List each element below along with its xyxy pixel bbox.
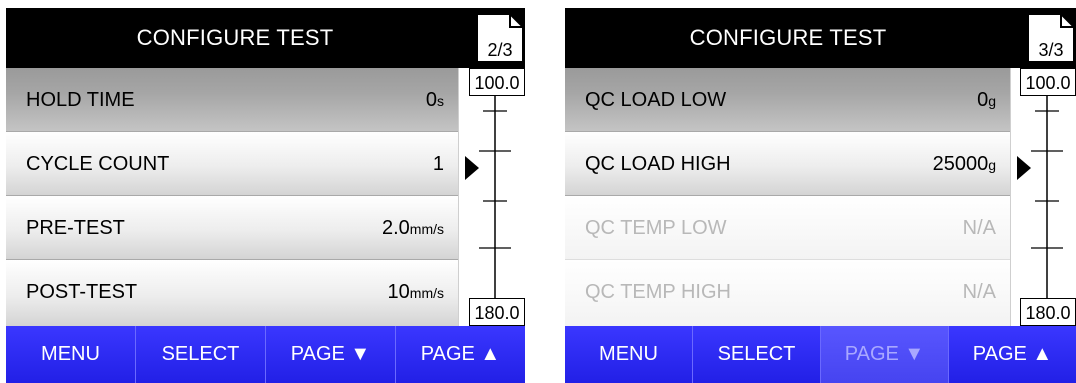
- page-number: 3/3: [1038, 40, 1064, 60]
- menu-button[interactable]: MENU: [565, 326, 692, 383]
- list-item-qc-temp-high[interactable]: QC TEMP HIGH N/A: [565, 260, 1010, 326]
- settings-list: HOLD TIME 0s CYCLE COUNT 1 PRE-TEST 2.0m…: [6, 68, 458, 326]
- position-pointer-icon: [465, 156, 479, 180]
- softkey-bar: MENU SELECT PAGE ▼ PAGE ▲: [6, 326, 525, 383]
- page-down-button[interactable]: PAGE ▼: [265, 326, 395, 383]
- list-item-qc-load-low[interactable]: QC LOAD LOW 0g: [565, 68, 1010, 132]
- page-number: 2/3: [487, 40, 513, 60]
- page-indicator: 2/3: [475, 12, 525, 64]
- page-down-button[interactable]: PAGE ▼: [820, 326, 948, 383]
- item-label: HOLD TIME: [26, 89, 135, 111]
- scale-ticks: [1017, 96, 1063, 298]
- page-up-button[interactable]: PAGE ▲: [948, 326, 1076, 383]
- item-label: CYCLE COUNT: [26, 153, 170, 175]
- scroll-scale[interactable]: 100.0 180.0: [1010, 68, 1076, 326]
- scale-bottom-value: 180.0: [469, 298, 525, 326]
- page-title: CONFIGURE TEST: [136, 25, 334, 50]
- settings-list: QC LOAD LOW 0g QC LOAD HIGH 25000g QC TE…: [565, 68, 1010, 326]
- item-value: 25000g: [932, 153, 996, 175]
- header-bar: CONFIGURE TEST 3/3: [565, 8, 1076, 68]
- list-item-qc-temp-low[interactable]: QC TEMP LOW N/A: [565, 196, 1010, 260]
- scale-bottom-value: 180.0: [1020, 298, 1076, 326]
- item-label: QC TEMP LOW: [585, 217, 727, 239]
- item-value: 10mm/s: [387, 281, 444, 303]
- item-value: N/A: [962, 281, 996, 303]
- scale-ticks: [465, 96, 511, 298]
- list-item-pre-test[interactable]: PRE-TEST 2.0mm/s: [6, 196, 458, 260]
- list-item-hold-time[interactable]: HOLD TIME 0s: [6, 68, 458, 132]
- page-up-button[interactable]: PAGE ▲: [395, 326, 525, 383]
- page-indicator: 3/3: [1026, 12, 1076, 64]
- list-item-qc-load-high[interactable]: QC LOAD HIGH 25000g: [565, 132, 1010, 196]
- item-label: QC LOAD LOW: [585, 89, 727, 111]
- item-value: 0s: [425, 89, 444, 111]
- page-title: CONFIGURE TEST: [689, 25, 887, 50]
- header-bar: CONFIGURE TEST 2/3: [6, 8, 525, 68]
- item-value: 1: [432, 153, 444, 175]
- item-value: 0g: [977, 89, 996, 111]
- item-value: 2.0mm/s: [381, 217, 444, 239]
- select-button[interactable]: SELECT: [135, 326, 265, 383]
- item-label: QC LOAD HIGH: [585, 153, 731, 175]
- position-pointer-icon: [1017, 156, 1031, 180]
- item-label: POST-TEST: [26, 281, 138, 303]
- select-button[interactable]: SELECT: [692, 326, 820, 383]
- item-label: QC TEMP HIGH: [585, 281, 731, 303]
- item-value: N/A: [962, 217, 996, 239]
- scroll-scale[interactable]: 100.0 180.0: [458, 68, 525, 326]
- item-label: PRE-TEST: [26, 217, 125, 239]
- list-item-cycle-count[interactable]: CYCLE COUNT 1: [6, 132, 458, 196]
- menu-button[interactable]: MENU: [6, 326, 135, 383]
- list-item-post-test[interactable]: POST-TEST 10mm/s: [6, 260, 458, 326]
- config-screen-page-3: CONFIGURE TEST 3/3 QC LOAD LOW 0g QC LOA…: [565, 8, 1076, 383]
- softkey-bar: MENU SELECT PAGE ▼ PAGE ▲: [565, 326, 1076, 383]
- config-screen-page-2: CONFIGURE TEST 2/3 HOLD TIME 0s CYCLE CO…: [6, 8, 525, 383]
